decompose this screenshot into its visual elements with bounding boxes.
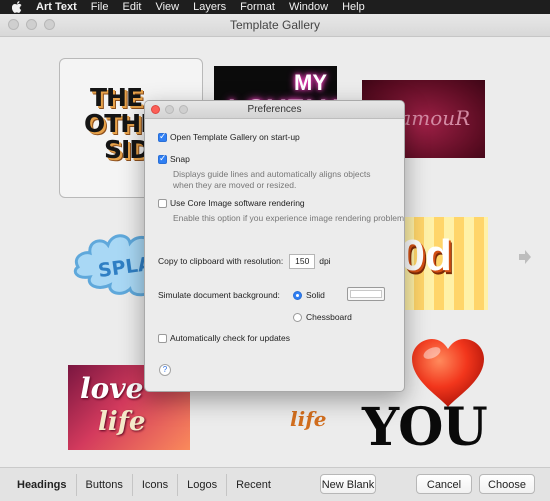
- window-title: Template Gallery: [229, 18, 321, 32]
- window-titlebar: Template Gallery: [0, 14, 550, 37]
- preferences-dialog: Preferences Open Template Gallery on sta…: [144, 100, 405, 392]
- solid-radio[interactable]: [293, 291, 302, 301]
- menu-window[interactable]: Window: [289, 1, 328, 13]
- tab-buttons[interactable]: Buttons: [75, 474, 132, 496]
- template-life-small[interactable]: life: [290, 407, 340, 437]
- preferences-title: Preferences: [247, 104, 302, 115]
- cancel-button[interactable]: Cancel: [416, 474, 472, 494]
- snap-option[interactable]: Snap: [158, 153, 190, 165]
- background-solid-option[interactable]: Solid: [293, 290, 325, 301]
- snap-hint: Displays guide lines and automatically a…: [173, 169, 371, 190]
- dpi-unit: dpi: [319, 255, 331, 266]
- background-color-swatch: [350, 290, 382, 298]
- category-tabs: Headings Buttons Icons Logos Recent: [8, 474, 280, 496]
- tab-headings[interactable]: Headings: [8, 474, 76, 496]
- new-blank-button[interactable]: New Blank: [320, 474, 376, 494]
- background-label: Simulate document background:: [158, 290, 280, 300]
- open-gallery-checkbox[interactable]: [158, 131, 167, 143]
- preferences-titlebar: Preferences: [145, 101, 404, 119]
- arrow-right-icon[interactable]: [516, 249, 532, 265]
- preferences-minimize-button[interactable]: [165, 105, 174, 114]
- help-button[interactable]: ?: [159, 364, 171, 376]
- menu-file[interactable]: File: [91, 1, 109, 13]
- solid-label: Solid: [306, 290, 325, 300]
- open-gallery-option[interactable]: Open Template Gallery on start-up: [158, 131, 300, 143]
- tab-recent[interactable]: Recent: [226, 474, 280, 496]
- updates-checkbox[interactable]: [158, 334, 167, 344]
- tab-logos[interactable]: Logos: [177, 474, 226, 496]
- menu-app-name[interactable]: Art Text: [36, 1, 77, 13]
- clipboard-resolution-row: Copy to clipboard with resolution: 150 dpi: [158, 254, 331, 269]
- dpi-input[interactable]: 150: [289, 254, 316, 269]
- life-small-text: life: [290, 407, 327, 431]
- preferences-zoom-button[interactable]: [179, 105, 188, 114]
- life-text: life: [98, 407, 146, 437]
- snap-checkbox[interactable]: [158, 153, 167, 165]
- core-image-hint: Enable this option if you experience ima…: [173, 213, 405, 223]
- menu-view[interactable]: View: [155, 1, 179, 13]
- window-controls: [8, 19, 55, 30]
- menu-bar: Art Text File Edit View Layers Format Wi…: [0, 0, 550, 14]
- preferences-window-controls: [151, 105, 188, 114]
- close-window-button[interactable]: [8, 19, 19, 30]
- chessboard-label: Chessboard: [306, 312, 352, 322]
- chessboard-radio[interactable]: [293, 313, 302, 323]
- clipboard-label: Copy to clipboard with resolution:: [158, 255, 284, 266]
- preferences-close-button[interactable]: [151, 105, 160, 114]
- open-gallery-label: Open Template Gallery on start-up: [170, 132, 300, 142]
- snap-label: Snap: [170, 154, 190, 164]
- lovely-my-text: MY: [294, 70, 327, 95]
- updates-option[interactable]: Automatically check for updates: [158, 333, 291, 344]
- choose-button[interactable]: Choose: [479, 474, 535, 494]
- background-color-well[interactable]: [347, 287, 385, 301]
- core-image-checkbox[interactable]: [158, 199, 167, 209]
- love-text: love: [80, 372, 144, 405]
- menu-help[interactable]: Help: [342, 1, 365, 13]
- background-chessboard-option[interactable]: Chessboard: [293, 312, 352, 323]
- menu-edit[interactable]: Edit: [122, 1, 141, 13]
- tab-icons[interactable]: Icons: [131, 474, 177, 496]
- menu-format[interactable]: Format: [240, 1, 275, 13]
- core-image-option[interactable]: Use Core Image software rendering: [158, 198, 305, 209]
- minimize-window-button[interactable]: [26, 19, 37, 30]
- updates-label: Automatically check for updates: [170, 333, 291, 343]
- menu-layers[interactable]: Layers: [193, 1, 226, 13]
- core-image-label: Use Core Image software rendering: [170, 198, 305, 208]
- zoom-window-button[interactable]: [44, 19, 55, 30]
- template-you-text[interactable]: YOU: [362, 402, 488, 454]
- gallery-bottom-bar: Headings Buttons Icons Logos Recent New …: [0, 467, 550, 501]
- apple-icon[interactable]: [10, 1, 24, 13]
